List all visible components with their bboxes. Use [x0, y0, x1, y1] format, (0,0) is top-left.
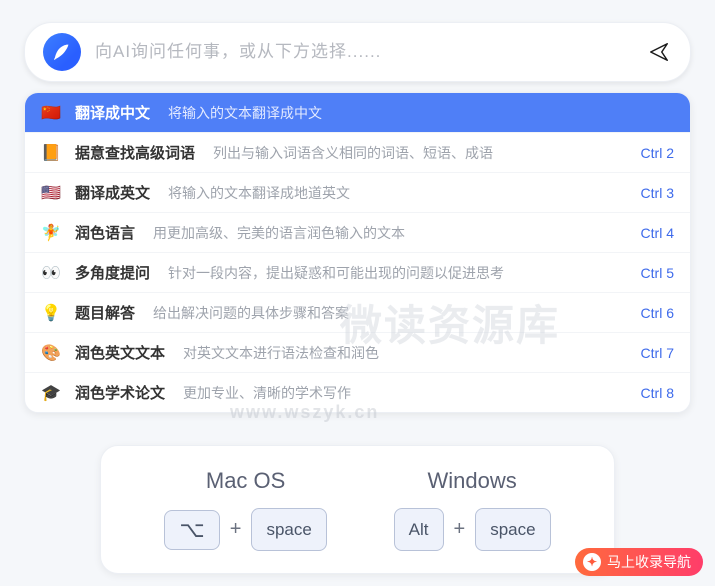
- menu-item-icon: 👀: [41, 263, 61, 283]
- menu-item-2[interactable]: 🇺🇸 翻译成英文将输入的文本翻译成地道英文 Ctrl 3: [25, 173, 690, 213]
- menu-item-3[interactable]: 🧚 润色语言用更加高级、完美的语言润色输入的文本 Ctrl 4: [25, 213, 690, 253]
- menu-item-desc: 针对一段内容，提出疑惑和可能出现的问题以促进思考: [168, 263, 629, 283]
- menu-item-shortcut: Ctrl 4: [641, 225, 674, 241]
- command-menu: 🇨🇳 翻译成中文将输入的文本翻译成中文 📙 据意查找高级词语列出与输入词语含义相同的词…: [24, 92, 691, 413]
- space-key: space: [475, 508, 550, 551]
- windows-shortcut: Windows Alt + space: [394, 468, 551, 551]
- space-key: space: [251, 508, 326, 551]
- menu-item-title: 多角度提问: [75, 262, 150, 283]
- menu-item-icon: 💡: [41, 303, 61, 323]
- alt-key: Alt: [394, 508, 444, 551]
- footer-text: 马上收录导航: [607, 552, 691, 572]
- menu-item-title: 润色语言: [75, 222, 135, 243]
- menu-item-desc: 更加专业、清晰的学术写作: [183, 383, 629, 403]
- menu-item-desc: 给出解决问题的具体步骤和答案: [153, 303, 629, 323]
- footer-badge[interactable]: ✦ 马上收录导航: [575, 548, 703, 576]
- nav-dot-icon: ✦: [583, 553, 601, 571]
- plus-sign: +: [454, 518, 466, 541]
- menu-item-shortcut: Ctrl 3: [641, 185, 674, 201]
- menu-item-desc: 将输入的文本翻译成地道英文: [168, 183, 629, 203]
- menu-item-icon: 🇨🇳: [41, 103, 61, 123]
- menu-item-1[interactable]: 📙 据意查找高级词语列出与输入词语含义相同的词语、短语、成语 Ctrl 2: [25, 133, 690, 173]
- mac-keys: ⌥ + space: [164, 508, 326, 551]
- menu-item-icon: 🇺🇸: [41, 183, 61, 203]
- menu-item-desc: 列出与输入词语含义相同的词语、短语、成语: [213, 143, 629, 163]
- mac-label: Mac OS: [206, 468, 285, 494]
- plus-sign: +: [230, 518, 242, 541]
- menu-item-title: 题目解答: [75, 302, 135, 323]
- menu-item-icon: 📙: [41, 143, 61, 163]
- menu-item-7[interactable]: 🎓 润色学术论文更加专业、清晰的学术写作 Ctrl 8: [25, 373, 690, 412]
- menu-item-title: 润色学术论文: [75, 382, 165, 403]
- windows-label: Windows: [427, 468, 516, 494]
- menu-item-title: 翻译成英文: [75, 182, 150, 203]
- menu-item-0[interactable]: 🇨🇳 翻译成中文将输入的文本翻译成中文: [25, 93, 690, 133]
- menu-item-desc: 用更加高级、完美的语言润色输入的文本: [153, 223, 629, 243]
- menu-item-shortcut: Ctrl 6: [641, 305, 674, 321]
- menu-item-icon: 🎓: [41, 383, 61, 403]
- shortcut-panel: Mac OS ⌥ + space Windows Alt + space: [100, 445, 615, 574]
- app-logo-icon: [43, 33, 81, 71]
- menu-item-icon: 🎨: [41, 343, 61, 363]
- menu-item-icon: 🧚: [41, 223, 61, 243]
- menu-item-shortcut: Ctrl 5: [641, 265, 674, 281]
- send-button[interactable]: [646, 39, 672, 65]
- menu-item-title: 润色英文文本: [75, 342, 165, 363]
- menu-item-shortcut: Ctrl 7: [641, 345, 674, 361]
- menu-item-6[interactable]: 🎨 润色英文文本对英文文本进行语法检查和润色 Ctrl 7: [25, 333, 690, 373]
- windows-keys: Alt + space: [394, 508, 551, 551]
- search-bar: [24, 22, 691, 82]
- menu-item-title: 翻译成中文: [75, 102, 150, 123]
- menu-item-shortcut: Ctrl 8: [641, 385, 674, 401]
- option-key-icon: ⌥: [164, 510, 219, 550]
- menu-item-5[interactable]: 💡 题目解答给出解决问题的具体步骤和答案 Ctrl 6: [25, 293, 690, 333]
- mac-shortcut: Mac OS ⌥ + space: [164, 468, 326, 551]
- menu-item-4[interactable]: 👀 多角度提问针对一段内容，提出疑惑和可能出现的问题以促进思考 Ctrl 5: [25, 253, 690, 293]
- menu-item-title: 据意查找高级词语: [75, 142, 195, 163]
- menu-item-desc: 对英文文本进行语法检查和润色: [183, 343, 629, 363]
- menu-item-desc: 将输入的文本翻译成中文: [168, 103, 674, 123]
- menu-item-shortcut: Ctrl 2: [641, 145, 674, 161]
- search-input[interactable]: [95, 42, 646, 62]
